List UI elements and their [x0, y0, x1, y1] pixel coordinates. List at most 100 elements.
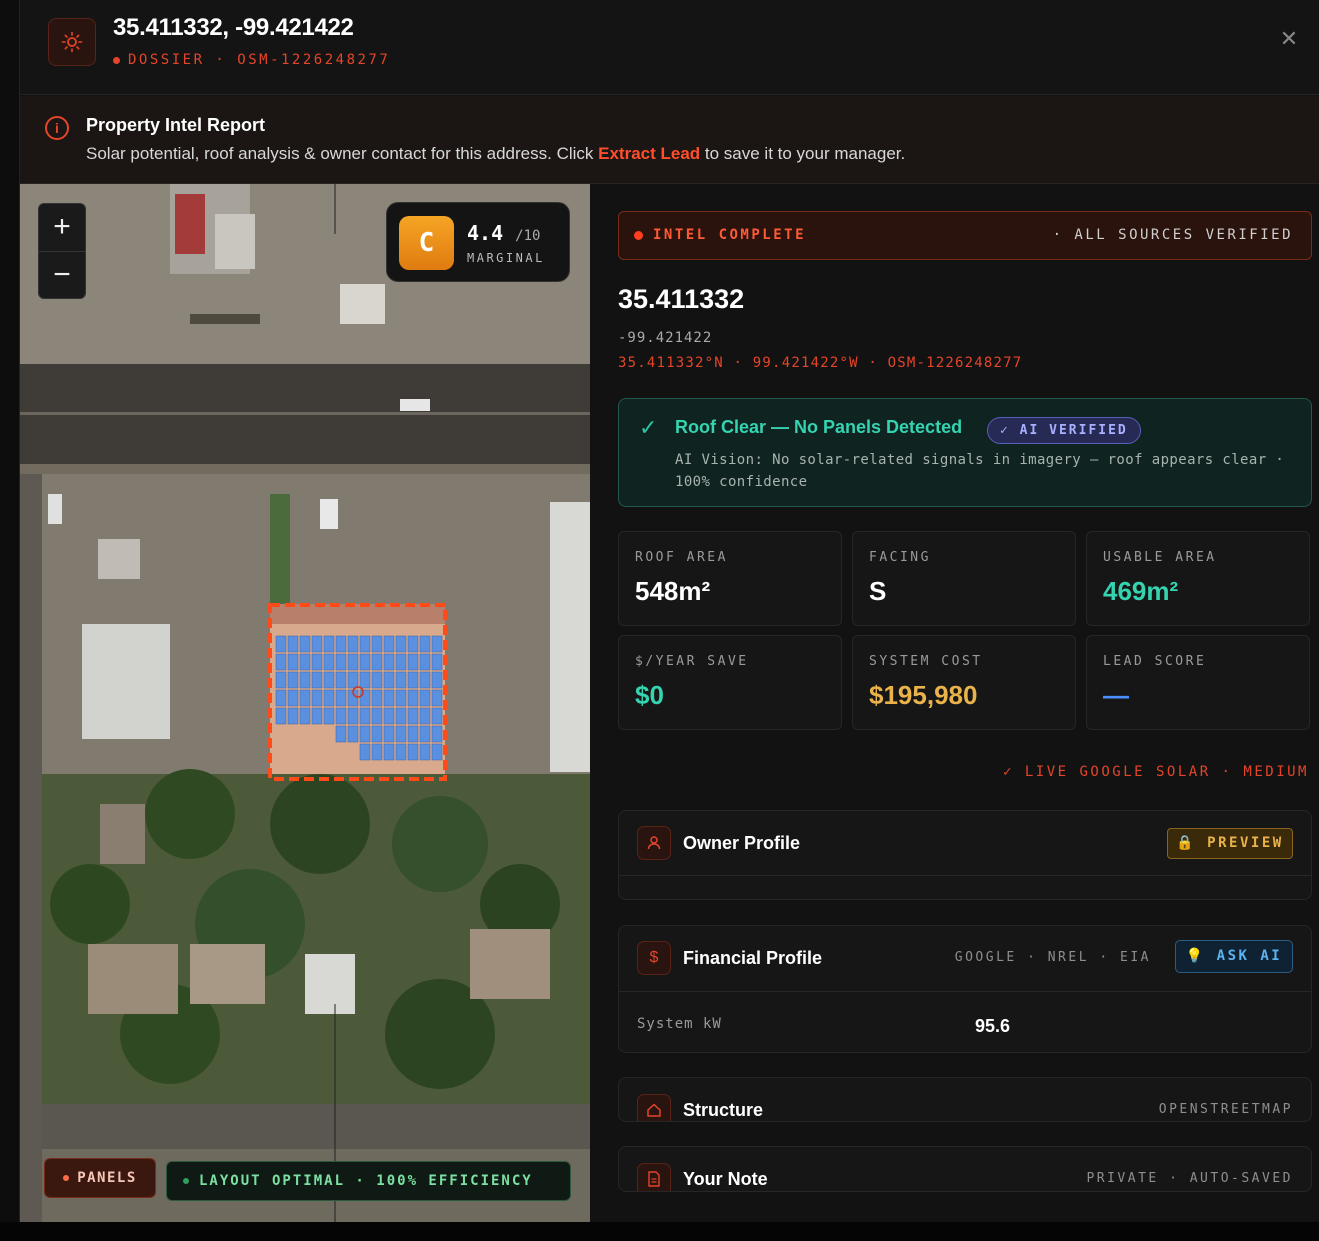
dossier-modal: 35.411332, -99.421422 DOSSIER · OSM-1226… [19, 0, 1319, 1222]
solar-panel [371, 707, 383, 725]
backdrop-strip [0, 0, 19, 1222]
stat-usable-area: USABLE AREA 469m² [1086, 531, 1310, 626]
ask-ai-label: ASK AI [1216, 948, 1283, 964]
stat-value: 469m² [1103, 576, 1179, 606]
solar-panel [359, 689, 371, 707]
financial-profile-title: Financial Profile [683, 948, 823, 968]
solar-panel [323, 653, 335, 671]
note-meta: PRIVATE · AUTO-SAVED [1086, 1171, 1293, 1186]
home-icon [637, 1094, 671, 1121]
solar-panel [311, 653, 323, 671]
zoom-in-button[interactable]: + [39, 204, 85, 252]
solar-panel [335, 653, 347, 671]
modal-header: 35.411332, -99.421422 DOSSIER · OSM-1226… [20, 0, 1319, 95]
roof-status-card: ✓ Roof Clear — No Panels Detected ✓ AI V… [618, 398, 1312, 507]
solar-panel [383, 635, 395, 653]
backdrop-bottom [0, 1222, 1319, 1241]
stat-label: ROOF AREA [635, 550, 728, 565]
solar-panel [347, 707, 359, 725]
solar-panel [395, 689, 407, 707]
solar-panel [323, 671, 335, 689]
user-icon [637, 826, 671, 860]
solar-panel [299, 689, 311, 707]
solar-panel [347, 635, 359, 653]
note-section[interactable]: Your Note PRIVATE · AUTO-SAVED [618, 1146, 1312, 1192]
layout-status-chip: LAYOUT OPTIMAL · 100% EFFICIENCY [166, 1161, 571, 1201]
score-value: 4.4 /10 [467, 221, 540, 245]
stat-label: FACING [869, 550, 931, 565]
solar-panel [299, 653, 311, 671]
solar-panel [371, 635, 383, 653]
score-max: /10 [515, 228, 541, 244]
zoom-out-button[interactable]: − [39, 252, 85, 300]
satellite-imagery [20, 184, 590, 1222]
solar-panel [371, 653, 383, 671]
solar-panel [299, 671, 311, 689]
stat-value: S [869, 576, 887, 606]
solar-panel [323, 689, 335, 707]
data-source-line: ✓ LIVE GOOGLE SOLAR · MEDIUM [1002, 764, 1309, 780]
sun-icon [48, 18, 96, 66]
solar-panel [431, 743, 443, 761]
solar-panel [287, 653, 299, 671]
solar-panel [419, 653, 431, 671]
stat-value: 548m² [635, 576, 711, 606]
status-dot [113, 56, 120, 64]
solar-panel [359, 707, 371, 725]
info-icon: i [45, 116, 69, 140]
row-label: System kW [637, 1016, 722, 1032]
solar-panel [275, 689, 287, 707]
ai-verified-badge: ✓ AI VERIFIED [987, 417, 1141, 444]
solar-panel [347, 725, 359, 743]
structure-source: OPENSTREETMAP [1158, 1102, 1293, 1117]
panels-toggle[interactable]: PANELS [44, 1158, 156, 1198]
solar-panel [371, 725, 383, 743]
check-icon: ✓ [639, 415, 658, 440]
intel-status-label: INTEL COMPLETE [653, 227, 807, 243]
solar-panel [359, 635, 371, 653]
close-icon[interactable]: ✕ [1278, 28, 1300, 50]
satellite-map[interactable]: + − C 4.4 /10 MARGINAL PANELS LAYOUT OPT… [20, 184, 590, 1222]
stat-lead-score: LEAD SCORE — [1086, 635, 1310, 730]
score-number: 4.4 [467, 221, 504, 245]
solar-panel [407, 671, 419, 689]
banner-title: Property Intel Report [86, 115, 266, 135]
solar-panel [347, 671, 359, 689]
solar-panel [395, 725, 407, 743]
ask-ai-button[interactable]: 💡 ASK AI [1175, 940, 1293, 973]
solar-panel [311, 707, 323, 725]
solar-panel [419, 725, 431, 743]
note-title: Your Note [683, 1169, 768, 1189]
stat-value: — [1103, 680, 1129, 710]
solar-panel [311, 635, 323, 653]
preview-button[interactable]: 🔒 PREVIEW [1167, 828, 1293, 859]
solar-panel [407, 635, 419, 653]
roof-status-title: Roof Clear — No Panels Detected [675, 417, 963, 437]
financial-profile-section[interactable]: $ Financial Profile GOOGLE · NREL · EIA … [618, 925, 1312, 1053]
solar-panel [419, 707, 431, 725]
solar-panel [395, 743, 407, 761]
banner-text-before: Solar potential, roof analysis & owner c… [86, 144, 599, 163]
solar-panel [407, 689, 419, 707]
solar-panel [275, 635, 287, 653]
extract-lead-link[interactable]: Extract Lead [598, 144, 700, 163]
preview-label: PREVIEW [1207, 835, 1284, 851]
stat-label: LEAD SCORE [1103, 654, 1207, 669]
grade-badge: C [399, 216, 454, 270]
document-icon [637, 1163, 671, 1191]
stat-facing: FACING S [852, 531, 1076, 626]
dossier-id: DOSSIER · OSM-1226248277 [128, 52, 391, 68]
zoom-control: + − [38, 203, 86, 299]
solar-panel [359, 653, 371, 671]
solar-panel [287, 671, 299, 689]
owner-profile-section[interactable]: Owner Profile 🔒 PREVIEW [618, 810, 1312, 900]
intel-status: INTEL COMPLETE [634, 227, 806, 243]
structure-section[interactable]: Structure OPENSTREETMAP [618, 1077, 1312, 1122]
roof-status-desc: AI Vision: No solar-related signals in i… [675, 452, 1285, 490]
solar-panel [407, 725, 419, 743]
solar-panel [395, 707, 407, 725]
score-label: MARGINAL [467, 251, 545, 265]
solar-panel [407, 707, 419, 725]
solar-panel [299, 707, 311, 725]
solar-panel [287, 689, 299, 707]
